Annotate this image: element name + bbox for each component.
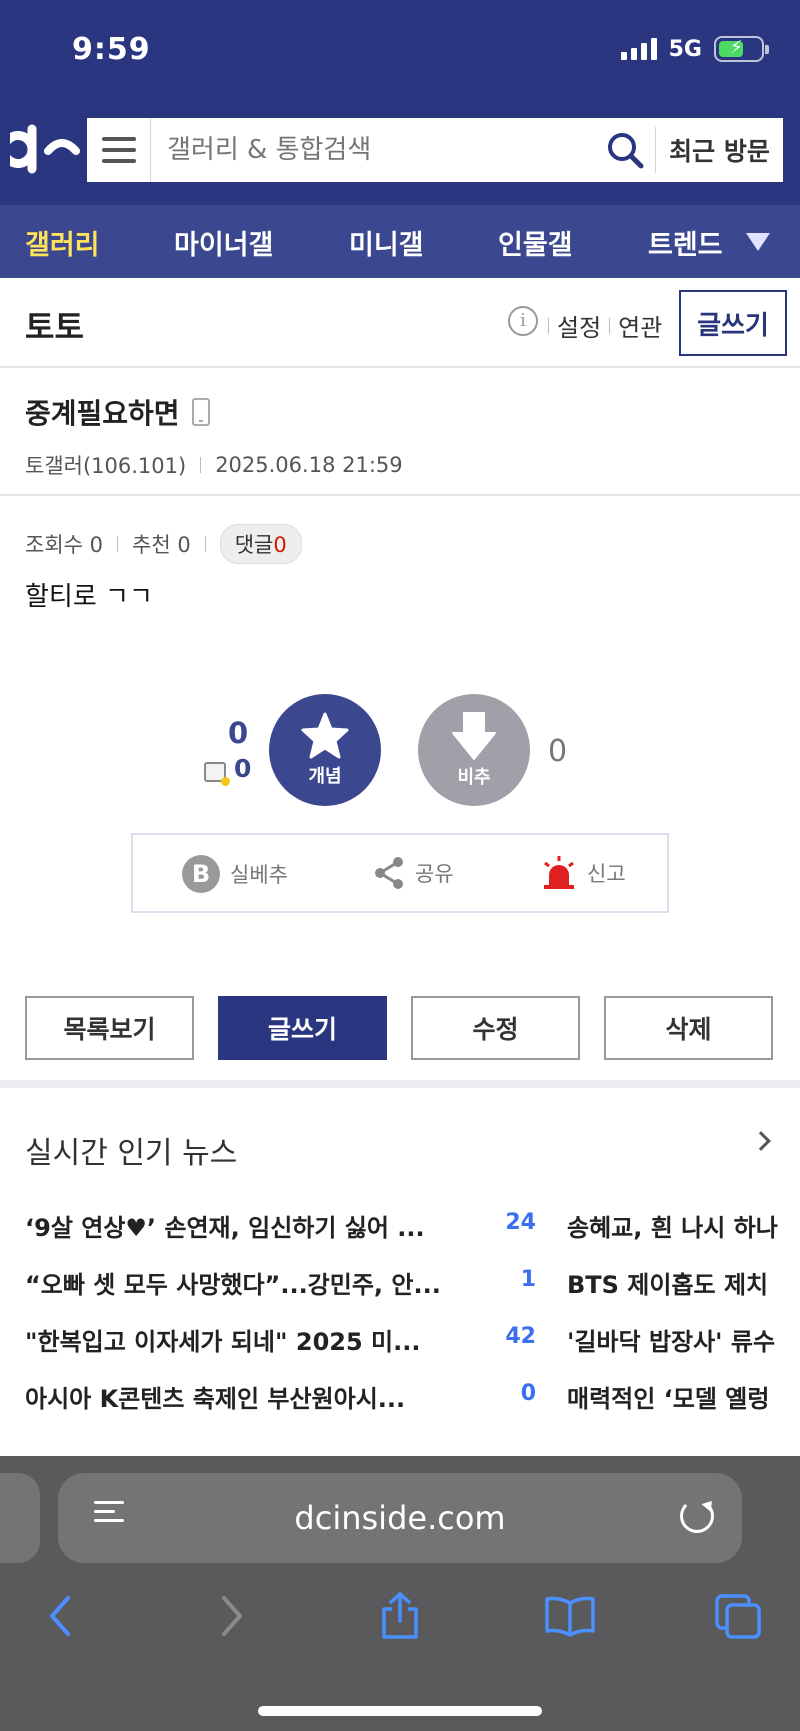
share-button[interactable]: 공유 [373,855,454,891]
star-icon [301,712,349,759]
list-button[interactable]: 목록보기 [25,996,194,1060]
write-button[interactable]: 글쓰기 [218,996,387,1060]
browser-chrome: dcinside.com [0,1456,800,1731]
gallery-header: 토토 i 설정 연관 글쓰기 [0,278,800,368]
main-nav: 갤러리 마이너갤 미니갤 인물갤 트렌드 [0,205,800,278]
info-icon[interactable]: i [508,306,538,336]
report-button[interactable]: 신고 [541,855,626,891]
nav-minor-gallery[interactable]: 마이너갤 [174,223,273,262]
mobile-icon [191,398,210,426]
fixed-upvote-count: 0 [234,754,252,783]
address-bar[interactable]: dcinside.com [58,1473,742,1563]
write-button-top[interactable]: 글쓰기 [679,290,787,356]
back-icon[interactable] [30,1586,90,1646]
tabs-icon[interactable] [708,1586,768,1646]
post-actions: B 실베추 공유 신고 [131,833,669,913]
downvote-button[interactable]: 비추 [418,694,530,806]
recent-visit-button[interactable]: 최근 방문 [655,127,783,173]
post-date: 2025.06.18 21:59 [215,453,403,477]
forward-icon[interactable] [202,1586,262,1646]
view-count: 조회수 0 [25,533,103,557]
share-sheet-icon[interactable] [370,1586,430,1646]
post-header: 중계필요하면 토갤러(106.101) 2025.06.18 21:59 [0,368,800,496]
recommend-count: 추천 0 [132,533,191,557]
nav-person-gallery[interactable]: 인물갤 [498,223,573,262]
post-title-text: 중계필요하면 [25,397,180,430]
signal-icon [620,38,657,60]
status-bar: 9:59 5G ⚡ [0,0,800,100]
home-indicator [258,1706,542,1716]
upvote-count: 0 [228,716,249,750]
upvote-button[interactable]: 개념 [269,694,381,806]
bestdown-button[interactable]: B 실베추 [182,855,288,893]
upvote-label: 개념 [308,766,342,787]
reload-icon[interactable] [680,1499,714,1533]
post-stats: 조회수 0 추천 0 댓글0 [25,524,302,564]
edit-button[interactable]: 수정 [411,996,580,1060]
search-input[interactable] [151,118,595,182]
bookmarks-icon[interactable] [540,1586,600,1646]
b-icon: B [182,855,220,893]
comment-badge[interactable]: 댓글0 [219,524,302,564]
search-icon[interactable] [595,118,655,182]
top-header: 9:59 5G ⚡ 최근 방문 갤러리 마이너갤 미니갤 인물갤 트렌드 [0,0,800,278]
news-item[interactable]: "한복입고 이자세가 되네" 2025 미... 42 '길바닥 밥장사' 류수 [0,1318,800,1375]
previous-tab[interactable] [0,1473,40,1563]
downvote-label: 비추 [457,767,491,788]
related-link[interactable]: 연관 [618,308,662,343]
delete-button[interactable]: 삭제 [604,996,773,1060]
news-list: ‘9살 연상♥’ 손연재, 임신하기 싫어 ... 24 송혜교, 흰 나시 하나 … [0,1204,800,1432]
nav-expand-icon[interactable] [746,233,770,251]
post-body: 할티로 ㄱㄱ [25,582,153,612]
post-buttons: 목록보기 글쓰기 수정 삭제 [25,996,775,1060]
news-title: 실시간 인기 뉴스 [25,1136,238,1171]
dc-logo-icon[interactable] [10,121,80,177]
nav-trend[interactable]: 트렌드 [648,223,723,262]
settings-link[interactable]: 설정 [557,308,601,343]
fixed-nick-icon [204,762,230,786]
arrow-down-icon [452,712,496,760]
gallery-title[interactable]: 토토 [25,302,84,348]
battery-icon: ⚡ [714,36,769,62]
post-title: 중계필요하면 [25,392,210,432]
post-author[interactable]: 토갤러(106.101) [25,450,186,480]
section-divider [0,1080,800,1088]
news-item[interactable]: 아시아 K콘텐츠 축제인 부산원아시... 0 매력적인 ‘모델 옐렁 [0,1375,800,1432]
vote-area: 0 0 개념 비추 0 [0,694,800,806]
downvote-count: 0 [548,734,568,769]
news-item[interactable]: “오빠 셋 모두 사망했다”...강민주, 안... 1 BTS 제이홉도 제치 [0,1261,800,1318]
siren-icon [544,856,574,889]
share-icon [375,857,403,889]
chevron-right-icon[interactable] [751,1131,771,1151]
nav-gallery[interactable]: 갤러리 [25,223,100,262]
browser-toolbar [0,1586,800,1666]
search-box: 최근 방문 [84,115,786,185]
status-time: 9:59 [72,32,151,67]
news-item[interactable]: ‘9살 연상♥’ 손연재, 임신하기 싫어 ... 24 송혜교, 흰 나시 하나 [0,1204,800,1261]
nav-mini-gallery[interactable]: 미니갤 [349,223,424,262]
network-label: 5G [668,36,702,62]
url-text[interactable]: dcinside.com [58,1499,742,1537]
hamburger-menu-icon[interactable] [87,118,151,182]
